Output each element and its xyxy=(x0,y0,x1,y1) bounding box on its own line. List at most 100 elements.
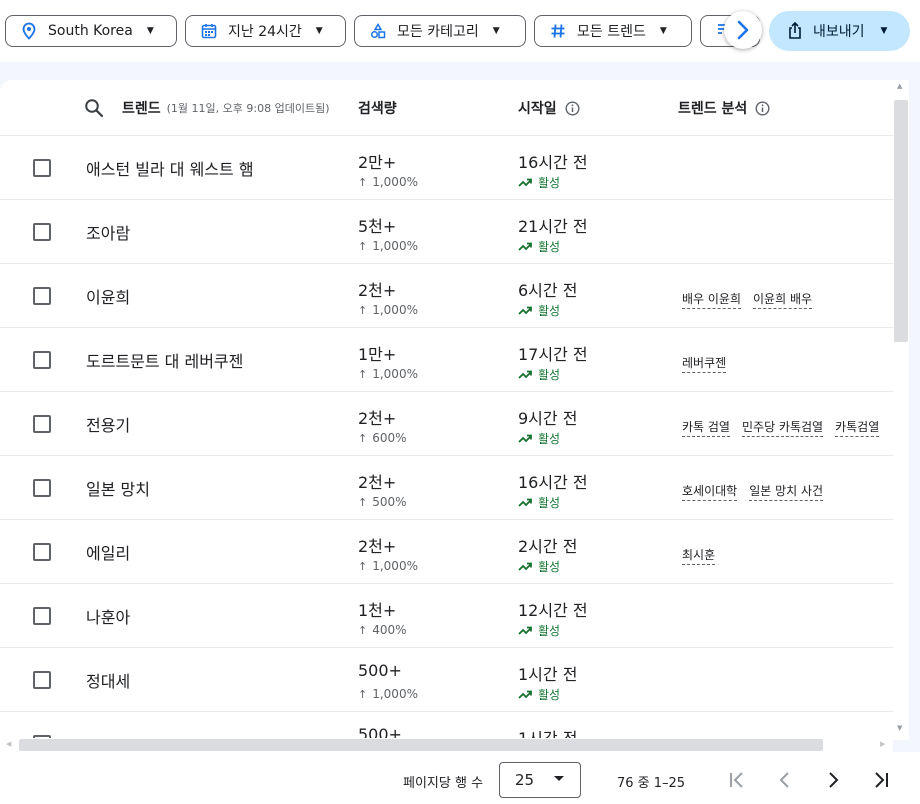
header-started[interactable]: 시작일 xyxy=(518,80,580,136)
trend-type-filter-chip[interactable]: 모든 트렌드 ▼ xyxy=(534,15,692,47)
previous-page-button[interactable] xyxy=(771,766,799,794)
export-button[interactable]: 내보내기 ▼ xyxy=(769,11,910,51)
scroll-up-arrow-icon[interactable]: ▲ xyxy=(897,82,902,90)
chevron-right-icon xyxy=(829,772,839,788)
header-trends: 트렌드 (1월 11일, 오후 9:08 업데이트됨) xyxy=(122,80,329,136)
arrow-up-icon: ↑ xyxy=(358,495,368,509)
breakdown-query-link[interactable]: 레버쿠젠 xyxy=(682,354,727,373)
active-status: 활성 xyxy=(518,302,560,319)
info-icon[interactable] xyxy=(565,100,580,116)
active-status: 활성 xyxy=(518,622,560,639)
volume-change: ↑ 500% xyxy=(358,495,407,509)
trend-title[interactable]: 애스턴 빌라 대 웨스트 햄 xyxy=(86,156,254,180)
arrow-up-icon: ↑ xyxy=(358,303,368,317)
last-page-button[interactable] xyxy=(867,766,895,794)
search-volume: 2천+ xyxy=(358,409,397,428)
row-checkbox[interactable] xyxy=(33,543,51,561)
export-button-label: 내보내기 xyxy=(813,24,865,40)
scroll-down-arrow-icon[interactable]: ▼ xyxy=(897,724,902,732)
category-filter-chip[interactable]: 모든 카테고리 ▼ xyxy=(354,15,526,47)
breakdown-query-link[interactable]: 최시훈 xyxy=(682,546,716,565)
rows-per-page-select[interactable]: 25 xyxy=(499,762,581,798)
share-upload-icon xyxy=(789,22,801,39)
trend-title[interactable]: 에일리 xyxy=(86,540,130,564)
horizontal-scrollbar-thumb[interactable] xyxy=(19,739,823,751)
volume-change-value: 1,000% xyxy=(372,175,418,189)
breakdown-query-link[interactable]: 카톡검열 xyxy=(835,418,880,437)
row-checkbox[interactable] xyxy=(33,223,51,241)
first-page-icon xyxy=(730,772,743,788)
scroll-left-arrow-icon[interactable]: ◀ xyxy=(6,740,11,748)
arrow-up-icon: ↑ xyxy=(358,623,368,637)
location-filter-chip[interactable]: South Korea ▼ xyxy=(5,15,177,47)
search-volume: 2천+ xyxy=(358,281,397,300)
trend-breakdown: 최시훈 xyxy=(682,546,716,565)
row-checkbox[interactable] xyxy=(33,671,51,689)
breakdown-query-link[interactable]: 이윤희 배우 xyxy=(753,290,813,309)
info-icon[interactable] xyxy=(755,100,770,116)
table-row[interactable]: 전용기 2천+ ↑ 600% 9시간 전 활성 카톡 검열 민주당 카톡검열 카톡검열 xyxy=(0,392,893,456)
chevron-left-icon xyxy=(779,772,789,788)
table-row[interactable]: 일본 망치 2천+ ↑ 500% 16시간 전 활성 호세이대학 일본 망치 사건 xyxy=(0,456,893,520)
breakdown-query-link[interactable]: 카톡 검열 xyxy=(682,418,730,437)
row-checkbox[interactable] xyxy=(33,351,51,369)
breakdown-query-link[interactable]: 호세이대학 xyxy=(682,482,738,501)
started-time: 2시간 전 xyxy=(518,537,578,556)
search-volume: 2천+ xyxy=(358,473,397,492)
search-volume: 500+ xyxy=(358,661,402,680)
active-status: 활성 xyxy=(518,686,560,703)
trend-title[interactable]: 전용기 xyxy=(86,412,130,436)
started-time: 17시간 전 xyxy=(518,345,588,364)
time-filter-chip[interactable]: 지난 24시간 ▼ xyxy=(185,15,346,47)
started-time: 21시간 전 xyxy=(518,217,588,236)
table-row[interactable]: 도르트문트 대 레버쿠젠 1만+ ↑ 1,000% 17시간 전 활성 레버쿠젠 xyxy=(0,328,893,392)
vertical-scrollbar-thumb[interactable] xyxy=(894,100,908,342)
active-status: 활성 xyxy=(518,238,560,255)
row-checkbox[interactable] xyxy=(33,607,51,625)
rows-per-page-value: 25 xyxy=(515,771,535,789)
table-row[interactable]: 정대세 500+ ↑ 1,000% 1시간 전 활성 xyxy=(0,648,893,712)
trend-title[interactable]: 조아람 xyxy=(86,220,130,244)
active-status-label: 활성 xyxy=(538,304,561,318)
trend-title[interactable]: 도르트문트 대 레버쿠젠 xyxy=(86,348,243,372)
trend-title[interactable]: 나훈아 xyxy=(86,604,130,628)
arrow-up-icon: ↑ xyxy=(358,239,368,253)
table-row[interactable]: 500+ 1시간 전 xyxy=(0,712,893,740)
table-row[interactable]: 이윤희 2천+ ↑ 1,000% 6시간 전 활성 배우 이윤희 이윤희 배우 xyxy=(0,264,893,328)
calendar-icon xyxy=(200,22,218,40)
trend-title[interactable]: 이윤희 xyxy=(86,284,130,308)
table-row[interactable]: 애스턴 빌라 대 웨스트 햄 2만+ ↑ 1,000% 16시간 전 활성 xyxy=(0,136,893,200)
trend-title[interactable]: 정대세 xyxy=(86,668,130,692)
breakdown-query-link[interactable]: 민주당 카톡검열 xyxy=(741,418,824,437)
arrow-up-icon: ↑ xyxy=(358,431,368,445)
search-icon[interactable] xyxy=(84,98,104,122)
filter-toolbar: South Korea ▼ 지난 24시간 ▼ 모든 카테고리 ▼ 모든 트렌드… xyxy=(0,0,920,62)
row-checkbox[interactable] xyxy=(33,159,51,177)
header-updated-time: (1월 11일, 오후 9:08 업데이트됨) xyxy=(166,102,330,115)
next-page-button[interactable] xyxy=(819,766,847,794)
row-checkbox[interactable] xyxy=(33,479,51,497)
first-page-button[interactable] xyxy=(723,766,751,794)
caret-down-icon: ▼ xyxy=(880,26,888,36)
header-search-volume[interactable]: 검색량 xyxy=(358,80,397,136)
arrow-up-icon: ↑ xyxy=(358,175,368,189)
volume-change-value: 400% xyxy=(372,623,407,637)
active-status-label: 활성 xyxy=(538,432,561,446)
trend-title[interactable]: 일본 망치 xyxy=(86,476,150,500)
table-row[interactable]: 나훈아 1천+ ↑ 400% 12시간 전 활성 xyxy=(0,584,893,648)
header-started-label: 시작일 xyxy=(518,101,557,117)
hashtag-icon xyxy=(549,22,567,40)
trending-up-icon xyxy=(518,306,532,315)
trend-breakdown: 카톡 검열 민주당 카톡검열 카톡검열 xyxy=(682,418,880,437)
table-row[interactable]: 조아람 5천+ ↑ 1,000% 21시간 전 활성 xyxy=(0,200,893,264)
category-shapes-icon xyxy=(369,22,387,40)
volume-change-value: 1,000% xyxy=(372,367,418,381)
row-checkbox[interactable] xyxy=(33,287,51,305)
breakdown-query-link[interactable]: 배우 이윤희 xyxy=(682,290,742,309)
table-row[interactable]: 에일리 2천+ ↑ 1,000% 2시간 전 활성 최시훈 xyxy=(0,520,893,584)
scroll-right-arrow-icon[interactable]: ▶ xyxy=(880,740,885,748)
trend-breakdown: 배우 이윤희 이윤희 배우 xyxy=(682,290,813,309)
row-checkbox[interactable] xyxy=(33,415,51,433)
breakdown-query-link[interactable]: 일본 망치 사건 xyxy=(749,482,824,501)
scroll-filters-right-button[interactable] xyxy=(724,11,762,49)
